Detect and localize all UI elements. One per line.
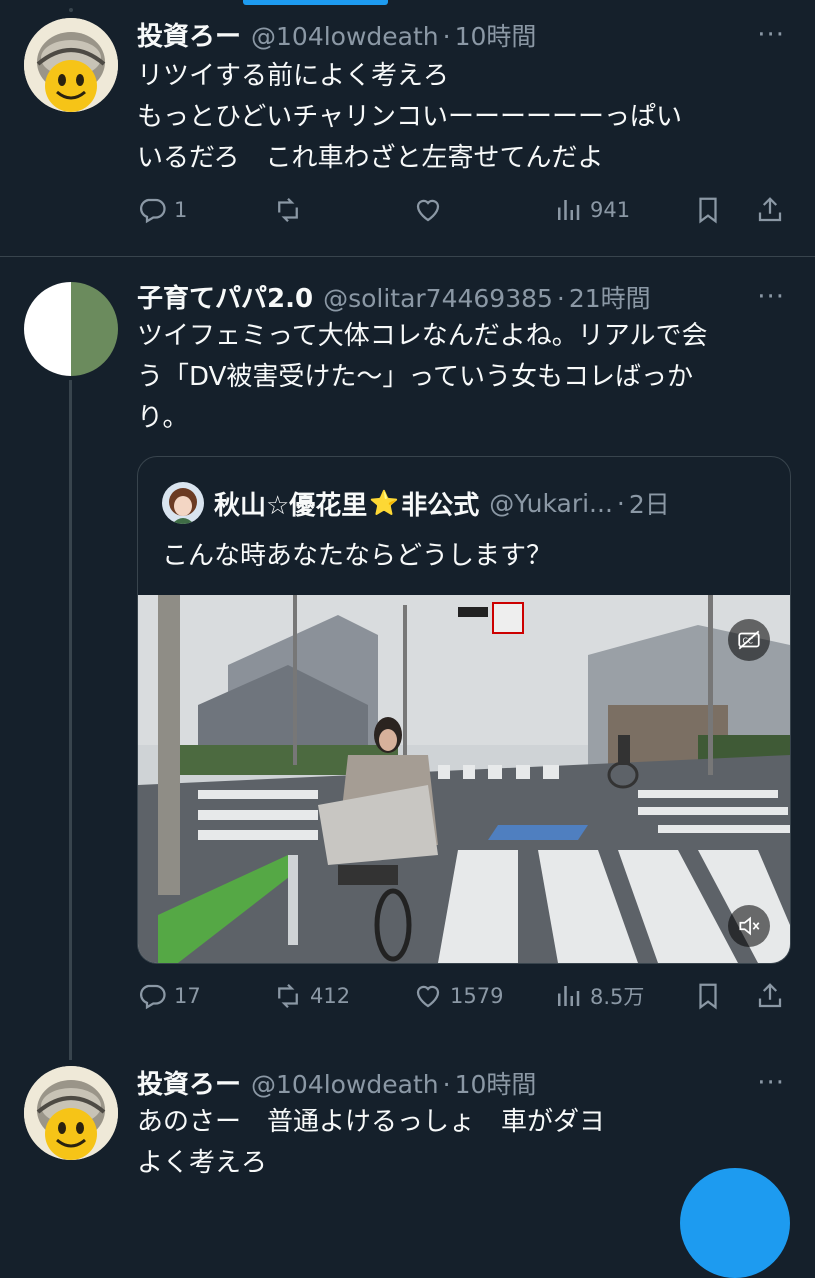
- quoted-display-name: 秋山☆優花里: [214, 490, 368, 521]
- quoted-tweet-header: 秋山☆優花里 ⭐ 非公式 @Yukari... · 2日: [162, 482, 670, 524]
- more-options-button[interactable]: ···: [757, 282, 785, 312]
- retweet-button[interactable]: 412: [273, 976, 350, 1016]
- display-name[interactable]: 子育てパパ2.0: [137, 278, 313, 315]
- tweet-header: 投資ろー @104lowdeath · 10時間: [137, 16, 536, 56]
- retweet-count: 412: [310, 984, 351, 1008]
- tweet-text-line: よく考えろ: [137, 1148, 268, 1178]
- reply-button[interactable]: 1: [137, 190, 187, 230]
- star-emoji: ⭐: [369, 489, 400, 517]
- avatar[interactable]: [24, 18, 118, 112]
- share-icon: [758, 983, 782, 1008]
- user-handle[interactable]: @solitar74469385: [323, 284, 553, 313]
- bookmark-button[interactable]: [693, 976, 723, 1016]
- captions-button[interactable]: CC: [728, 619, 770, 661]
- bookmark-icon: [699, 983, 717, 1010]
- views-button[interactable]: 941: [553, 190, 630, 230]
- separator: ·: [442, 22, 451, 51]
- avatar[interactable]: [24, 1066, 118, 1160]
- tweet-text-line: いるだろ これ車わざと左寄せてんだよ: [137, 143, 604, 173]
- views-icon: [558, 986, 580, 1006]
- tweet-header: 投資ろー @104lowdeath · 10時間: [137, 1064, 536, 1104]
- tweet-3[interactable]: 投資ろー @104lowdeath · 10時間 ··· あのさー 普通よけるっ…: [0, 1056, 815, 1200]
- tweet-text-line: あのさー 普通よけるっしょ 車がダヨ: [137, 1107, 606, 1137]
- separator: ·: [442, 1070, 451, 1099]
- video-frame-street-scene: [138, 595, 790, 963]
- share-button[interactable]: [755, 190, 785, 230]
- quoted-avatar: [162, 482, 204, 524]
- more-options-button[interactable]: ···: [757, 20, 785, 50]
- tweet-text-line: リツイする前によく考えろ: [137, 61, 450, 91]
- tweet-text: リツイする前によく考えろ もっとひどいチャリンコいーーーーーーっぱい いるだろ …: [137, 56, 787, 179]
- tweet-text: ツイフェミって大体コレなんだよね。リアルで会 う「DV被害受けた〜」っていう女も…: [137, 316, 787, 439]
- display-name[interactable]: 投資ろー: [137, 16, 241, 53]
- display-name[interactable]: 投資ろー: [137, 1064, 241, 1101]
- quoted-display-name-suffix: 非公式: [401, 490, 480, 521]
- retweet-button[interactable]: [273, 190, 310, 230]
- like-button[interactable]: 1579: [413, 976, 503, 1016]
- reply-icon: [140, 984, 166, 1010]
- heart-icon: [416, 985, 440, 1008]
- tweet-actions: 1 941: [137, 190, 797, 230]
- separator: ·: [616, 488, 625, 518]
- avatar[interactable]: [24, 282, 118, 376]
- retweet-icon: [278, 983, 298, 1009]
- share-button[interactable]: [755, 976, 785, 1016]
- quoted-video-player[interactable]: CC: [138, 595, 790, 963]
- user-handle[interactable]: @104lowdeath: [251, 1070, 439, 1099]
- tweet-text: あのさー 普通よけるっしょ 車がダヨ よく考えろ: [137, 1102, 787, 1184]
- tweet-text-line: もっとひどいチャリンコいーーーーーーっぱい: [137, 102, 682, 132]
- reply-count: 17: [174, 984, 201, 1008]
- mute-icon: [739, 916, 760, 936]
- timestamp[interactable]: 10時間: [455, 1065, 537, 1101]
- view-count: 941: [590, 198, 631, 222]
- avatar-split-image: [24, 282, 118, 376]
- tweet-1[interactable]: 投資ろー @104lowdeath · 10時間 ··· リツイする前によく考え…: [0, 0, 815, 256]
- reply-icon: [140, 198, 166, 224]
- more-options-button[interactable]: ···: [757, 1068, 785, 1098]
- tweet-text-line: り。: [137, 403, 189, 433]
- tweet-header: 子育てパパ2.0 @solitar74469385 · 21時間: [137, 278, 651, 318]
- timestamp[interactable]: 21時間: [569, 279, 651, 315]
- views-icon: [558, 200, 580, 220]
- compose-tweet-button[interactable]: [680, 1168, 790, 1278]
- quoted-avatar-anime-image: [162, 482, 204, 524]
- mute-button[interactable]: [728, 905, 770, 947]
- like-count: 1579: [450, 984, 504, 1008]
- quoted-tweet-text: こんな時あなたならどうします？: [162, 541, 553, 571]
- view-count: 8.5万: [590, 985, 645, 1009]
- quoted-user-handle: @Yukari...: [489, 488, 613, 518]
- quoted-timestamp: 2日: [628, 490, 670, 519]
- retweet-icon: [278, 197, 298, 223]
- heart-icon: [416, 199, 440, 222]
- tweet-text-line: ツイフェミって大体コレなんだよね。リアルで会: [137, 321, 708, 351]
- avatar-smiley-helmet-image: [24, 18, 118, 112]
- tweet-actions: 17 412 1579 8.5万: [137, 976, 797, 1016]
- like-button[interactable]: [413, 190, 450, 230]
- captions-icon: CC: [738, 630, 760, 650]
- share-icon: [758, 197, 782, 222]
- reply-button[interactable]: 17: [137, 976, 201, 1016]
- quoted-tweet-card[interactable]: 秋山☆優花里 ⭐ 非公式 @Yukari... · 2日 こんな時あなたならどう…: [137, 456, 791, 964]
- bookmark-button[interactable]: [693, 190, 723, 230]
- user-handle[interactable]: @104lowdeath: [251, 22, 439, 51]
- bookmark-icon: [699, 197, 717, 224]
- timestamp[interactable]: 10時間: [455, 17, 537, 53]
- avatar-smiley-helmet-image: [24, 1066, 118, 1160]
- tweet-text-line: う「DV被害受けた〜」っていう女もコレばっか: [137, 362, 694, 392]
- views-button[interactable]: 8.5万: [553, 976, 644, 1016]
- separator: ·: [556, 284, 565, 313]
- reply-count: 1: [174, 198, 188, 222]
